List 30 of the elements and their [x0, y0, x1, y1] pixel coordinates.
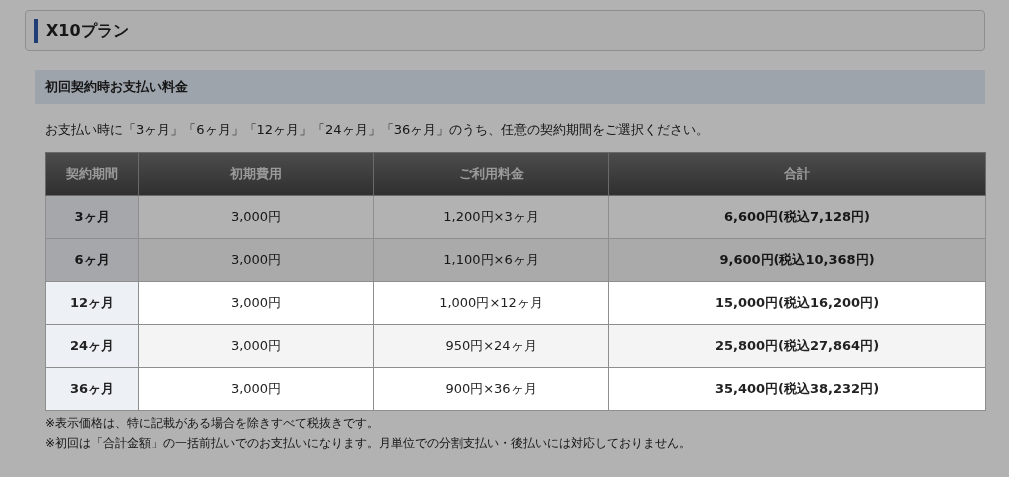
footnote: ※初回は「合計金額」の一括前払いでのお支払いになります。月単位での分割支払い・後払いには対応しておりません。	[45, 435, 693, 452]
table-cell: 6ヶ月	[45, 238, 139, 282]
accent-bar	[34, 18, 38, 43]
table-cell: 36ヶ月	[45, 367, 139, 411]
table-cell: 950円×24ヶ月	[373, 324, 609, 368]
column-header: ご利用料金	[373, 152, 609, 196]
table-cell: 1,100円×6ヶ月	[373, 238, 609, 282]
table-cell: 3,000円	[138, 324, 374, 368]
table-cell: 3,000円	[138, 281, 374, 325]
table-cell: 12ヶ月	[45, 281, 139, 325]
table-cell: 35,400円(税込38,232円)	[608, 367, 986, 411]
table-cell: 3,000円	[138, 195, 374, 239]
column-header: 初期費用	[138, 152, 374, 196]
table-cell: 3,000円	[138, 238, 374, 282]
window-title: X10プラン	[46, 19, 129, 42]
table-cell: 1,200円×3ヶ月	[373, 195, 609, 239]
table-cell: 1,000円×12ヶ月	[373, 281, 609, 325]
table-cell: 15,000円(税込16,200円)	[608, 281, 986, 325]
table-cell: 9,600円(税込10,368円)	[608, 238, 986, 282]
table-cell: 6,600円(税込7,128円)	[608, 195, 986, 239]
table-cell: 24ヶ月	[45, 324, 139, 368]
table-cell: 900円×36ヶ月	[373, 367, 609, 411]
table-cell: 3,000円	[138, 367, 374, 411]
column-header: 合計	[608, 152, 986, 196]
column-header: 契約期間	[45, 152, 139, 196]
table-cell: 3ヶ月	[45, 195, 139, 239]
section-heading: 初回契約時お支払い料金	[45, 78, 188, 97]
footnote: ※表示価格は、特に記載がある場合を除きすべて税抜きです。	[45, 415, 381, 432]
table-cell: 25,800円(税込27,864円)	[608, 324, 986, 368]
intro-text: お支払い時に「3ヶ月」「6ヶ月」「12ヶ月」「24ヶ月」「36ヶ月」のうち、任意の契約期間をご選択ください。	[45, 121, 711, 139]
